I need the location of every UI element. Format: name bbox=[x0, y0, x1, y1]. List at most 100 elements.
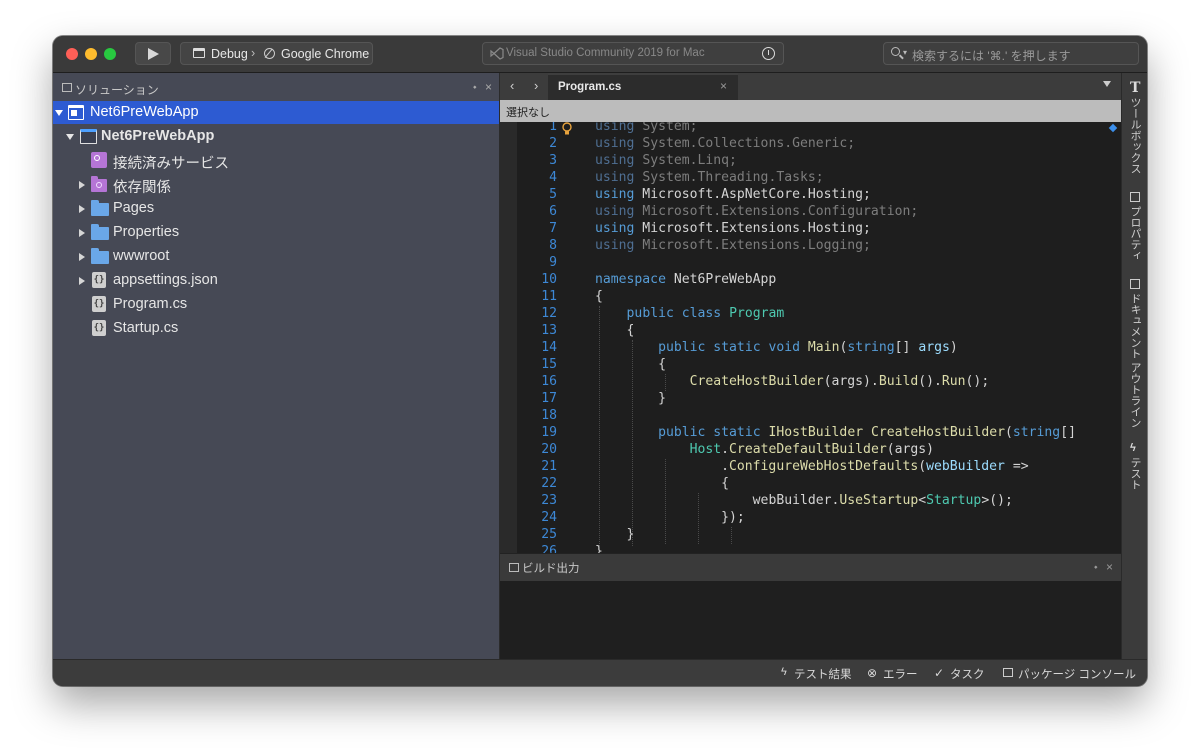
configuration-label: Debug bbox=[211, 47, 248, 61]
tree-item-program-cs[interactable]: {} Program.cs bbox=[53, 293, 499, 316]
line-number: 26 bbox=[541, 544, 557, 553]
line-number: 9 bbox=[549, 255, 557, 270]
line-number: 12 bbox=[541, 306, 557, 321]
folder-icon bbox=[91, 224, 109, 240]
code-line: using Microsoft.Extensions.Hosting; bbox=[595, 221, 871, 236]
tree-item-project[interactable]: Net6PreWebApp bbox=[53, 125, 499, 148]
tree-item-label: Properties bbox=[113, 224, 180, 240]
pin-icon[interactable]: ⬩ bbox=[473, 82, 477, 93]
globe-icon bbox=[264, 48, 275, 59]
line-number: 3 bbox=[549, 153, 557, 168]
info-icon[interactable] bbox=[762, 47, 775, 60]
code-line: { bbox=[595, 357, 666, 372]
solution-pad-header: ソリューション ⬩ × bbox=[53, 73, 499, 101]
tree-item-label: Net6PreWebApp bbox=[90, 104, 199, 120]
code-line: using Microsoft.Extensions.Configuration… bbox=[595, 204, 919, 219]
folder-icon bbox=[91, 248, 109, 264]
code-line: using System.Linq; bbox=[595, 153, 737, 168]
tree-item-label: 依存関係 bbox=[113, 180, 171, 196]
minimize-window-button[interactable] bbox=[85, 48, 97, 60]
search-placeholder: 検索するには '⌘.' を押します bbox=[912, 49, 1071, 63]
run-button[interactable] bbox=[135, 42, 171, 65]
chevron-down-icon: ▾ bbox=[903, 48, 908, 57]
expand-arrow-icon[interactable] bbox=[79, 253, 85, 261]
tree-item-properties[interactable]: Properties bbox=[53, 221, 499, 244]
line-number: 19 bbox=[541, 425, 557, 440]
dependencies-folder-icon bbox=[91, 176, 107, 192]
tree-item-dependencies[interactable]: 依存関係 bbox=[53, 173, 499, 196]
close-window-button[interactable] bbox=[66, 48, 78, 60]
solution-icon bbox=[68, 105, 84, 120]
expand-arrow-icon[interactable] bbox=[55, 110, 63, 116]
editor-breadcrumb[interactable]: 選択なし bbox=[500, 100, 1121, 122]
line-number: 8 bbox=[549, 238, 557, 253]
search-input[interactable]: ▾ 検索するには '⌘.' を押します bbox=[883, 42, 1139, 65]
tab-close-button[interactable]: × bbox=[720, 79, 727, 93]
run-configuration-selector[interactable]: Debug › Google Chrome bbox=[180, 42, 373, 65]
tree-item-pages[interactable]: Pages bbox=[53, 197, 499, 220]
tab-label: Program.cs bbox=[558, 81, 622, 93]
tree-item-appsettings[interactable]: {} appsettings.json bbox=[53, 269, 499, 292]
right-tool-strip: T ツールボックス プロパティ ドキュメント アウトライン ϟ テスト bbox=[1121, 73, 1147, 659]
tree-item-connected-services[interactable]: 接続済みサービス bbox=[53, 149, 499, 172]
line-number: 10 bbox=[541, 272, 557, 287]
tool-tab-properties[interactable]: プロパティ bbox=[1129, 206, 1141, 261]
package-console-button[interactable]: パッケージ コンソール bbox=[1018, 666, 1136, 682]
ide-window: Debug › Google Chrome Visual Studio Comm… bbox=[53, 36, 1147, 686]
close-pad-button[interactable]: × bbox=[1106, 560, 1113, 574]
test-results-button[interactable]: テスト結果 bbox=[794, 666, 852, 682]
close-pad-button[interactable]: × bbox=[485, 80, 492, 94]
line-number: 4 bbox=[549, 170, 557, 185]
expand-arrow-icon[interactable] bbox=[79, 205, 85, 213]
error-icon: ⊗ bbox=[867, 666, 878, 680]
tool-tab-document-outline[interactable]: ドキュメント アウトライン bbox=[1129, 293, 1141, 428]
tree-item-label: Startup.cs bbox=[113, 320, 179, 336]
solution-pad: ソリューション ⬩ × Net6PreWebApp Net6PreWebApp … bbox=[53, 73, 499, 659]
tree-item-label: Program.cs bbox=[113, 296, 188, 312]
breadcrumb-text: 選択なし bbox=[506, 107, 550, 119]
code-line: }); bbox=[595, 510, 745, 525]
tab-program-cs[interactable]: Program.cs × bbox=[548, 73, 738, 100]
code-line: { bbox=[595, 289, 603, 304]
line-number: 17 bbox=[541, 391, 557, 406]
tree-item-label: Pages bbox=[113, 200, 155, 216]
lightning-icon: ϟ bbox=[1130, 442, 1136, 454]
code-line: } bbox=[595, 527, 635, 542]
code-line: using System.Threading.Tasks; bbox=[595, 170, 824, 185]
scroll-marker-icon bbox=[1108, 123, 1118, 133]
visual-studio-icon bbox=[490, 47, 504, 60]
line-number: 7 bbox=[549, 221, 557, 236]
lightbulb-icon[interactable] bbox=[561, 122, 573, 136]
code-editor[interactable]: 1 2 3 4 5 6 7 8 9 10 11 12 13 14 15 16 1… bbox=[500, 122, 1121, 553]
status-bar: ϟ テスト結果 ⊗ エラー ✓ タスク パッケージ コンソール bbox=[53, 659, 1147, 686]
tasks-button[interactable]: タスク bbox=[950, 666, 985, 682]
expand-arrow-icon[interactable] bbox=[79, 181, 85, 189]
code-line: public class Program bbox=[626, 306, 785, 321]
expand-arrow-icon[interactable] bbox=[66, 134, 74, 140]
code-line: Host.CreateDefaultBuilder(args) bbox=[689, 442, 935, 457]
expand-arrow-icon[interactable] bbox=[79, 229, 85, 237]
build-output-header: ビルド出力 ⬩ × bbox=[500, 553, 1121, 581]
build-output-panel[interactable] bbox=[500, 581, 1121, 659]
code-line: using Microsoft.AspNetCore.Hosting; bbox=[595, 187, 871, 202]
nav-back-button[interactable]: ‹ bbox=[510, 78, 514, 93]
tree-item-wwwroot[interactable]: wwwroot bbox=[53, 245, 499, 268]
code-line: webBuilder.UseStartup<Startup>(); bbox=[752, 493, 1013, 508]
tree-item-label: Net6PreWebApp bbox=[101, 128, 215, 144]
connected-services-icon bbox=[91, 152, 107, 168]
pin-icon[interactable]: ⬩ bbox=[1094, 562, 1098, 573]
title-bar: Debug › Google Chrome Visual Studio Comm… bbox=[53, 36, 1147, 73]
tool-tab-toolbox[interactable]: ツールボックス bbox=[1129, 97, 1141, 174]
errors-button[interactable]: エラー bbox=[883, 666, 918, 682]
tab-list-dropdown[interactable] bbox=[1103, 81, 1111, 87]
tree-item-solution[interactable]: Net6PreWebApp bbox=[53, 101, 499, 124]
tool-tab-test[interactable]: テスト bbox=[1129, 457, 1141, 490]
zoom-window-button[interactable] bbox=[104, 48, 116, 60]
cs-file-icon: {} bbox=[92, 320, 106, 336]
tree-item-startup-cs[interactable]: {} Startup.cs bbox=[53, 317, 499, 340]
target-browser-label: Google Chrome bbox=[281, 47, 370, 61]
nav-forward-button[interactable]: › bbox=[534, 78, 538, 93]
expand-arrow-icon[interactable] bbox=[79, 277, 85, 285]
code-line: using Microsoft.Extensions.Logging; bbox=[595, 238, 871, 253]
build-output-title: ビルド出力 bbox=[522, 563, 580, 575]
